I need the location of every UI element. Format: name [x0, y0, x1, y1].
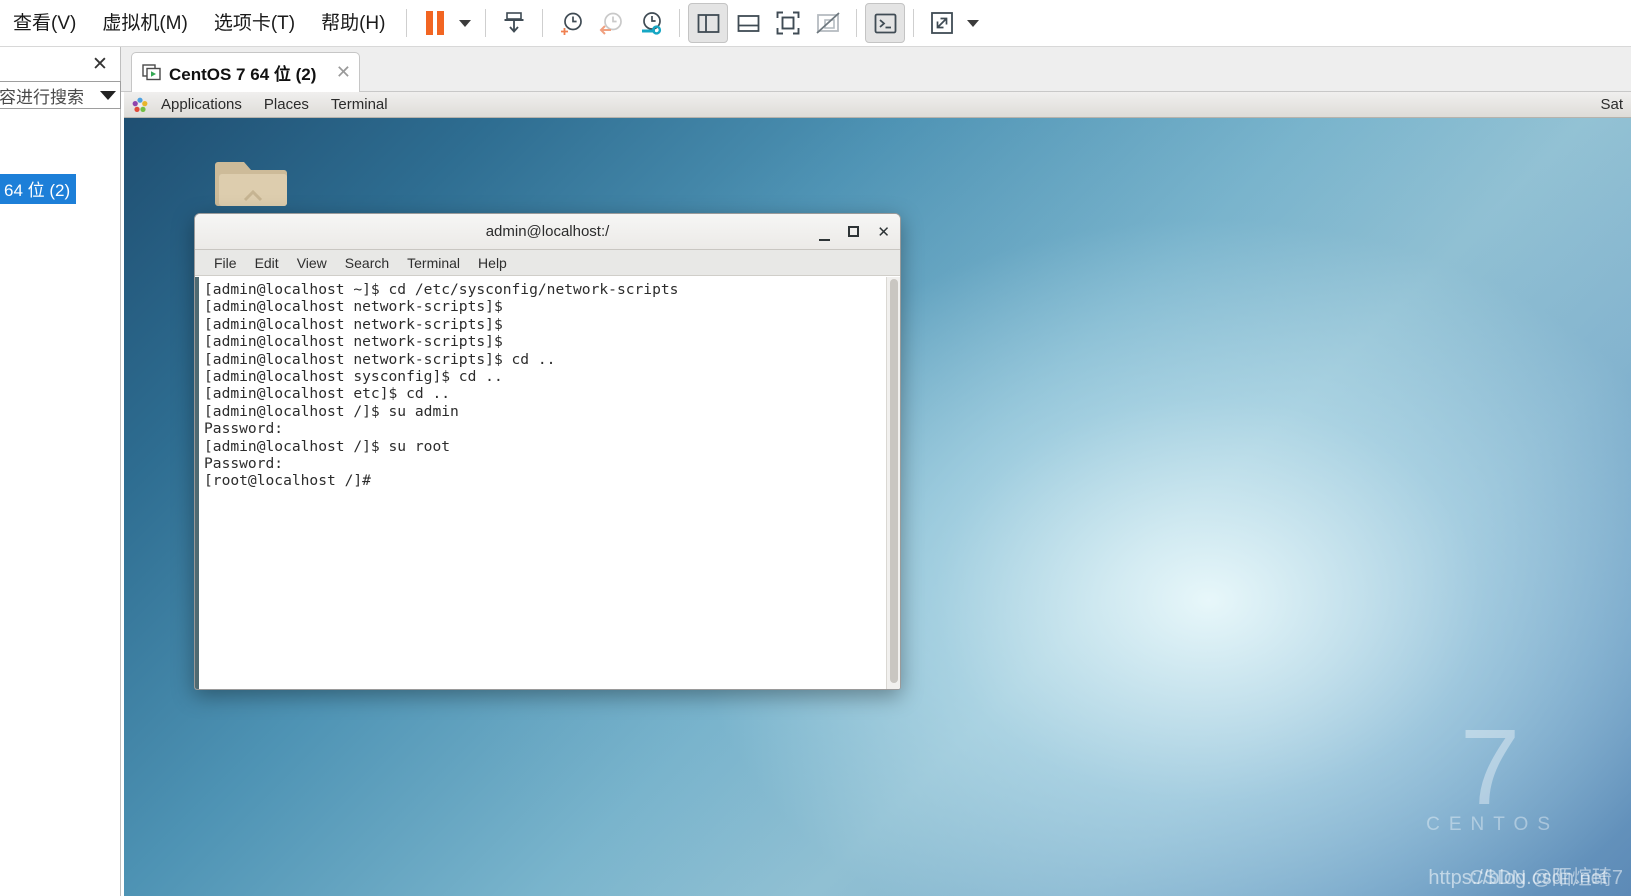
terminal-scrollbar[interactable] — [886, 277, 900, 689]
menu-tabs[interactable]: 选项卡(T) — [201, 0, 308, 47]
fullscreen-icon — [777, 11, 800, 35]
gnome-terminal-menu[interactable]: Terminal — [320, 96, 399, 113]
toolbar-separator-4 — [679, 9, 681, 37]
library-search-input[interactable]: 容进行搜索 — [0, 83, 100, 108]
centos-watermark-number: 7 — [1460, 706, 1520, 827]
minimize-button[interactable] — [819, 225, 831, 241]
chevron-down-icon-2 — [967, 19, 980, 27]
csdn-watermark-author: CSDN @陌煊琦7 — [1469, 867, 1623, 889]
csdn-watermark: https://blog.csdn.netCSDN @陌煊琦7 — [1428, 861, 1623, 890]
snapshot-save-icon — [504, 12, 524, 33]
terminal-menu-edit[interactable]: Edit — [246, 255, 288, 271]
terminal-prompt-icon — [874, 13, 897, 33]
toolbar-separator-6 — [913, 9, 915, 37]
manage-snapshots-button[interactable] — [631, 3, 671, 43]
expand-button[interactable] — [922, 3, 962, 43]
chevron-down-icon — [459, 19, 472, 27]
console-button[interactable] — [865, 3, 906, 43]
toolbar-separator-3 — [542, 9, 544, 37]
gnome-clock[interactable]: Sat — [1600, 96, 1623, 113]
menu-vm[interactable]: 虚拟机(M) — [89, 0, 200, 47]
terminal-menu-help[interactable]: Help — [469, 255, 516, 271]
pause-icon — [426, 11, 445, 35]
vm-tabstrip: CentOS 7 64 位 (2) ✕ — [121, 47, 1631, 92]
vm-tab-close-button[interactable]: ✕ — [336, 62, 351, 83]
toolbar-separator-2 — [485, 9, 487, 37]
revert-snapshot-button[interactable] — [591, 3, 631, 43]
toolbar-separator — [406, 9, 408, 37]
close-button[interactable]: ✕ — [877, 225, 890, 240]
show-thumbnail-bar-button[interactable] — [728, 3, 768, 43]
terminal-menu-view[interactable]: View — [288, 255, 336, 271]
unity-disabled-icon — [816, 12, 841, 34]
toolbar-separator-5 — [856, 9, 858, 37]
show-library-button[interactable] — [688, 3, 729, 43]
gnome-top-panel: Applications Places Terminal Sat — [124, 92, 1631, 118]
pause-dropdown-button[interactable] — [455, 3, 477, 43]
vmware-menubar: 查看(V) 虚拟机(M) 选项卡(T) 帮助(H) — [0, 0, 1631, 47]
guest-screen: Applications Places Terminal Sat 7 CENTO… — [124, 92, 1631, 896]
vm-library-panel: ✕ 容进行搜索 64 位 (2) — [0, 47, 121, 896]
terminal-window-buttons: ✕ — [819, 214, 890, 250]
vm-tab-label: CentOS 7 64 位 (2) — [169, 65, 317, 84]
gnome-places-menu[interactable]: Places — [253, 96, 320, 113]
csdn-watermark-url: https://blog.csdn.net — [1428, 867, 1608, 889]
clock-back-icon — [599, 12, 622, 35]
library-search-combobox[interactable]: 容进行搜索 — [0, 81, 121, 109]
centos-watermark-word: CENTOS — [1426, 814, 1559, 835]
gnome-applications-menu[interactable]: Applications — [150, 96, 253, 113]
chevron-down-icon-search[interactable] — [100, 90, 116, 100]
terminal-menu-file[interactable]: File — [205, 255, 246, 271]
expand-arrows-icon — [931, 12, 954, 34]
library-item-centos7[interactable]: 64 位 (2) — [0, 174, 77, 204]
terminal-title-text: admin@localhost:/ — [485, 223, 610, 240]
gnome-desktop[interactable]: 7 CENTOS https://blog.csdn.netCSDN @陌煊琦7… — [124, 118, 1631, 896]
terminal-menubar: File Edit View Search Terminal Help — [195, 250, 900, 276]
clock-wrench-icon — [641, 11, 662, 35]
clock-plus-icon — [560, 12, 582, 35]
terminal-menu-terminal[interactable]: Terminal — [398, 255, 469, 271]
sidebar-panel-icon — [697, 13, 720, 33]
menu-help[interactable]: 帮助(H) — [308, 0, 398, 47]
desktop-folder-icon[interactable] — [214, 148, 292, 212]
terminal-titlebar[interactable]: admin@localhost:/ ✕ — [195, 214, 900, 250]
vmware-workstation-window: 查看(V) 虚拟机(M) 选项卡(T) 帮助(H) ✕ 容进行搜索 64 位 (… — [0, 0, 1631, 896]
snapshot-button[interactable] — [494, 3, 534, 43]
unity-mode-button[interactable] — [808, 3, 848, 43]
terminal-body[interactable]: [admin@localhost ~]$ cd /etc/sysconfig/n… — [195, 277, 900, 689]
menu-view[interactable]: 查看(V) — [0, 0, 89, 47]
library-close-button[interactable]: ✕ — [90, 55, 110, 75]
terminal-output[interactable]: [admin@localhost ~]$ cd /etc/sysconfig/n… — [199, 277, 886, 689]
gnome-applications-icon — [132, 97, 148, 113]
terminal-scrollbar-thumb[interactable] — [890, 279, 898, 683]
terminal-menu-search[interactable]: Search — [336, 255, 398, 271]
vm-tab-centos7[interactable]: CentOS 7 64 位 (2) ✕ — [131, 52, 360, 92]
centos-watermark: 7 CENTOS — [1417, 706, 1559, 836]
bottom-panel-icon — [737, 14, 760, 32]
expand-dropdown-button[interactable] — [962, 3, 986, 43]
take-snapshot-button[interactable] — [551, 3, 591, 43]
fullscreen-button[interactable] — [768, 3, 808, 43]
vm-screen-icon — [142, 63, 162, 83]
gnome-terminal-window[interactable]: admin@localhost:/ ✕ File Edit View Searc… — [194, 213, 901, 690]
pause-button[interactable] — [415, 3, 455, 43]
maximize-button[interactable] — [848, 225, 860, 240]
